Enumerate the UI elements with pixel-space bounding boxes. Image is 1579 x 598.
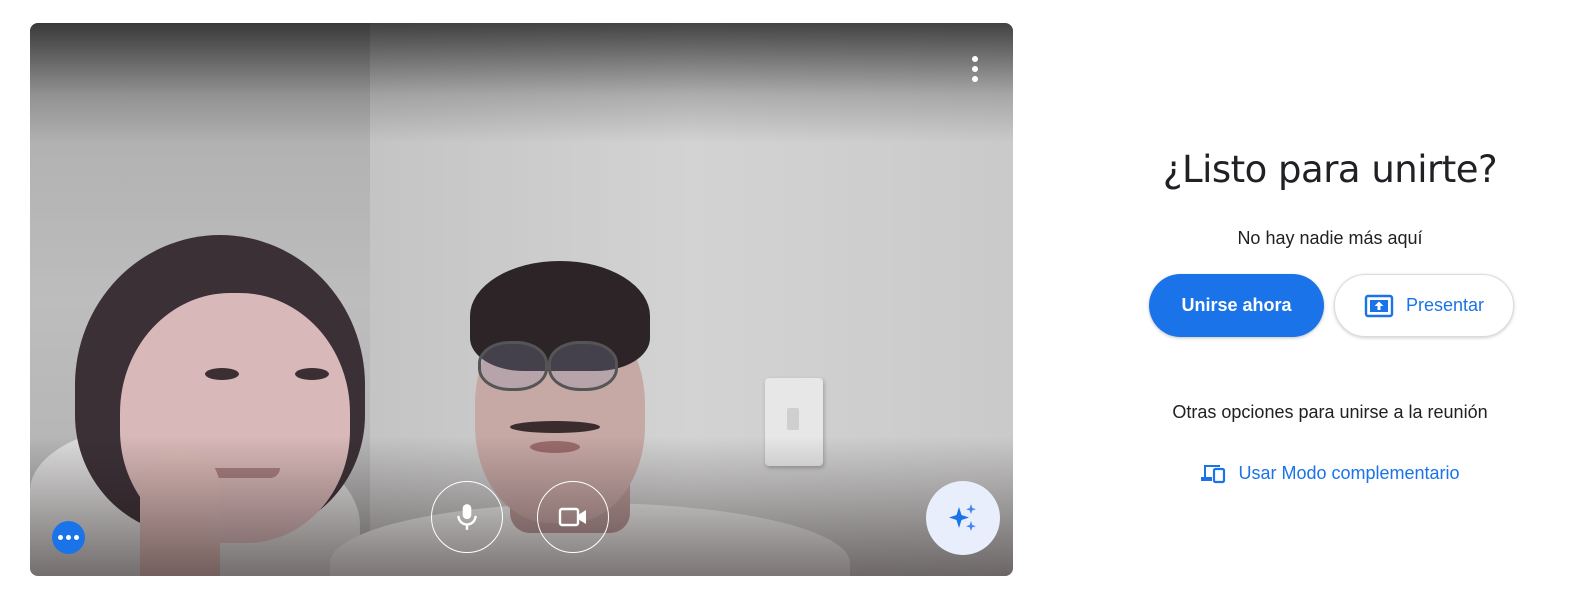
more-vert-icon <box>972 56 978 62</box>
self-video-preview <box>30 23 1013 576</box>
person-left-eye <box>295 368 329 380</box>
bottom-gradient-overlay <box>30 436 1013 576</box>
top-gradient-overlay <box>30 23 1013 143</box>
microphone-toggle-button[interactable] <box>431 481 503 553</box>
meet-prejoin-screen: ¿Listo para unirte? No hay nadie más aqu… <box>0 0 1579 598</box>
microphone-icon <box>457 504 477 530</box>
person-right-glasses <box>548 341 618 391</box>
companion-mode-link[interactable]: Usar Modo complementario <box>1100 462 1560 484</box>
more-options-button[interactable] <box>960 51 990 87</box>
join-now-button[interactable]: Unirse ahora <box>1149 274 1324 337</box>
person-right-glasses <box>478 341 548 391</box>
person-right-mustache <box>510 421 600 433</box>
page-title: ¿Listo para unirte? <box>1162 148 1498 191</box>
other-join-options-heading: Otras opciones para unirse a la reunión <box>1172 402 1488 422</box>
sparkle-icon <box>949 504 976 531</box>
camera-toggle-button[interactable] <box>537 481 609 553</box>
present-button[interactable]: Presentar <box>1334 274 1514 337</box>
present-to-all-icon <box>1364 294 1394 317</box>
companion-mode-label: Usar Modo complementario <box>1238 462 1460 483</box>
join-now-label: Unirse ahora <box>1181 295 1292 315</box>
join-panel: ¿Listo para unirte? No hay nadie más aqu… <box>1100 0 1560 598</box>
visual-effects-button[interactable] <box>926 481 1000 555</box>
more-actions-button[interactable] <box>52 521 85 554</box>
more-horiz-icon <box>58 535 63 540</box>
participants-status: No hay nadie más aquí <box>1237 228 1423 248</box>
person-left-eye <box>205 368 239 380</box>
videocam-icon <box>558 507 586 527</box>
present-label: Presentar <box>1405 295 1485 315</box>
devices-icon <box>1201 465 1226 484</box>
